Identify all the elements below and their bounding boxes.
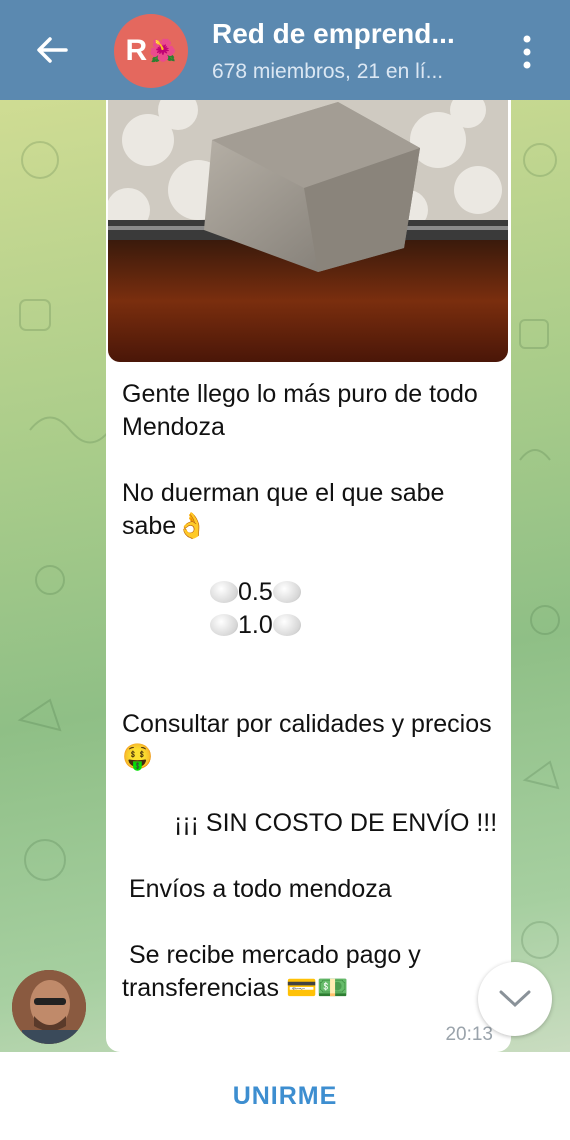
- more-vertical-icon[interactable]: [516, 32, 538, 72]
- message-photo[interactable]: [108, 100, 508, 362]
- message-line: Envíos a todo mendoza: [122, 875, 392, 903]
- arrow-left-icon[interactable]: [32, 30, 72, 70]
- hibiscus-icon: 🌺: [149, 38, 177, 63]
- message-line: ¡¡¡ SIN COSTO DE ENVÍO !!!: [174, 809, 498, 837]
- chat-title[interactable]: Red de emprend...: [212, 18, 455, 50]
- bottom-bar: UNIRME: [0, 1052, 570, 1140]
- price-line: 1.0: [122, 609, 502, 642]
- message-line: Consultar por calidades y precios🤑: [122, 710, 492, 771]
- message-line: Se recibe mercado pago y transferencias …: [122, 941, 428, 1002]
- message-time: 20:13: [445, 1024, 493, 1045]
- price-line: 0.5: [122, 576, 502, 609]
- chat-subtitle: 678 miembros, 21 en lí...: [212, 60, 444, 83]
- message-bubble[interactable]: Gente llego lo más puro de todo Mendoza …: [106, 100, 511, 1052]
- chat-header: R 🌺 Red de emprend... 678 miembros, 21 en…: [0, 0, 570, 100]
- message-line: No duerman que el que sabe sabe👌: [122, 479, 452, 540]
- sender-photo: [12, 970, 86, 1044]
- scroll-down-button[interactable]: [478, 962, 552, 1036]
- avatar-letter: R: [125, 34, 148, 67]
- chevron-down-icon: [499, 990, 531, 1008]
- pill-icon: [272, 614, 301, 636]
- join-button[interactable]: UNIRME: [233, 1082, 338, 1111]
- pill-icon: [210, 614, 238, 636]
- price-value: 1.0: [238, 611, 273, 639]
- message-text: Gente llego lo más puro de todo Mendoza …: [122, 378, 502, 1005]
- pill-icon: [210, 581, 238, 603]
- price-value: 0.5: [238, 578, 273, 606]
- sender-avatar[interactable]: [12, 970, 86, 1044]
- pill-icon: [272, 581, 301, 603]
- group-avatar[interactable]: R 🌺: [114, 14, 188, 88]
- message-line: Gente llego lo más puro de todo Mendoza: [122, 380, 485, 441]
